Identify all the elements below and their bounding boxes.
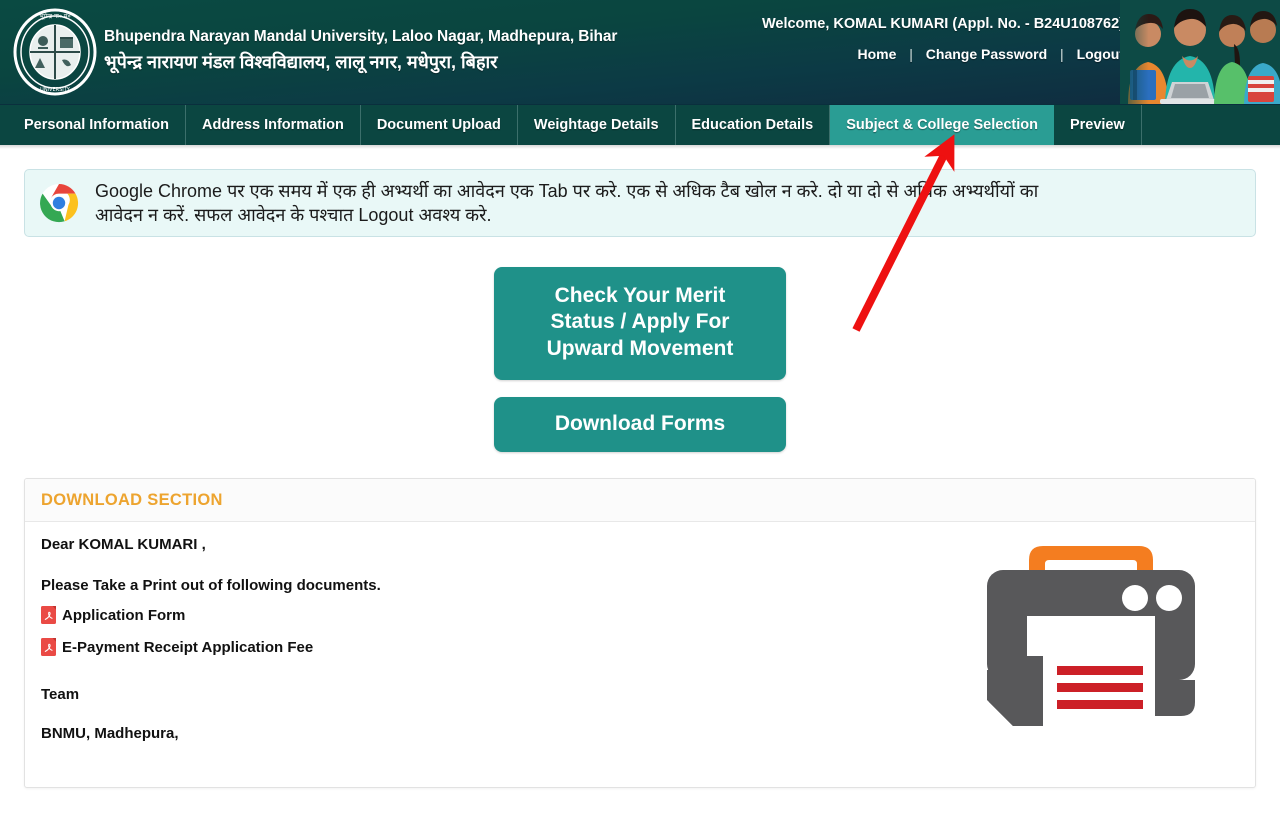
download-section-title: DOWNLOAD SECTION xyxy=(41,491,223,509)
students-with-laptop-photo xyxy=(1120,0,1280,104)
link-separator-2: | xyxy=(1060,46,1064,62)
tab-label: Education Details xyxy=(691,117,814,133)
download-section-body: Dear KOMAL KUMARI , Please Take a Print … xyxy=(25,522,1255,787)
action-buttons: Check Your Merit Status / Apply For Upwa… xyxy=(0,267,1280,452)
notice-line-2: आवेदन न करें. सफल आवेदन के पश्चात Logout… xyxy=(95,205,492,225)
university-name-english: Bhupendra Narayan Mandal University, Lal… xyxy=(104,28,618,45)
merit-button-line-3: Upward Movement xyxy=(546,336,734,360)
tab-weightage-details[interactable]: Weightage Details xyxy=(518,105,676,145)
download-forms-button[interactable]: Download Forms xyxy=(494,396,786,452)
tab-label: Document Upload xyxy=(376,117,501,133)
tab-label: Address Information xyxy=(202,117,344,133)
logout-link[interactable]: Logout xyxy=(1077,46,1124,62)
printer-icon xyxy=(983,530,1199,735)
tab-subject-and-college-selection[interactable]: Subject & College Selection xyxy=(830,105,1054,145)
welcome-text: Welcome, KOMAL KUMARI (Appl. No. - B24U1… xyxy=(761,16,1124,32)
link-separator-1: | xyxy=(909,46,913,62)
header-links: Home | Change Password | Logout xyxy=(762,46,1124,62)
university-seal-icon: भूपेन्द्र ना० मं० UNIVERSITY xyxy=(12,8,98,96)
download-link-label: E-Payment Receipt Application Fee xyxy=(62,638,314,656)
tab-personal-information[interactable]: Personal Information xyxy=(0,105,187,145)
page-header: भूपेन्द्र ना० मं० UNIVERSITY Bhupendra N… xyxy=(0,0,1280,104)
university-title-block: Bhupendra Narayan Mandal University, Lal… xyxy=(104,28,617,74)
change-password-link[interactable]: Change Password xyxy=(926,46,1047,62)
download-section-header: DOWNLOAD SECTION xyxy=(25,479,1255,522)
svg-text:भूपेन्द्र ना० मं०: भूपेन्द्र ना० मं० xyxy=(39,12,70,20)
tab-label: Preview xyxy=(1069,117,1125,133)
download-section-panel: DOWNLOAD SECTION Dear KOMAL KUMARI , Ple… xyxy=(24,478,1256,788)
tab-preview[interactable]: Preview xyxy=(1054,105,1142,145)
merit-button-line-1: Check Your Merit xyxy=(554,284,726,307)
tab-label: Subject & College Selection xyxy=(846,117,1038,133)
pdf-icon xyxy=(41,606,56,624)
notice-line-1: Google Chrome पर एक समय में एक ही अभ्यर्… xyxy=(95,180,1039,201)
main-navigation-tabs: Personal Information Address Information… xyxy=(0,104,1280,149)
tab-label: Weightage Details xyxy=(533,117,659,133)
tab-education-details[interactable]: Education Details xyxy=(676,105,831,145)
svg-text:UNIVERSITY: UNIVERSITY xyxy=(40,87,71,93)
user-welcome-block: Welcome, KOMAL KUMARI (Appl. No. - B24U1… xyxy=(762,16,1124,62)
university-name-hindi: भूपेन्द्र नारायण मंडल विश्वविद्यालय, लाल… xyxy=(104,52,498,72)
pdf-icon xyxy=(41,638,56,656)
tab-label: Personal Information xyxy=(24,117,170,133)
page-content: Google Chrome पर एक समय में एक ही अभ्यर्… xyxy=(0,169,1280,788)
google-chrome-icon xyxy=(39,183,79,223)
browser-notice-text: Google Chrome पर एक समय में एक ही अभ्यर्… xyxy=(95,179,1038,228)
check-merit-status-button[interactable]: Check Your Merit Status / Apply For Upwa… xyxy=(494,267,786,380)
home-link[interactable]: Home xyxy=(857,46,896,62)
browser-notice-banner: Google Chrome पर एक समय में एक ही अभ्यर्… xyxy=(24,169,1256,237)
tab-address-information[interactable]: Address Information xyxy=(186,105,361,145)
download-link-label: Application Form xyxy=(62,606,186,624)
tab-document-upload[interactable]: Document Upload xyxy=(361,105,518,145)
merit-button-line-2: Status / Apply For xyxy=(550,310,730,334)
